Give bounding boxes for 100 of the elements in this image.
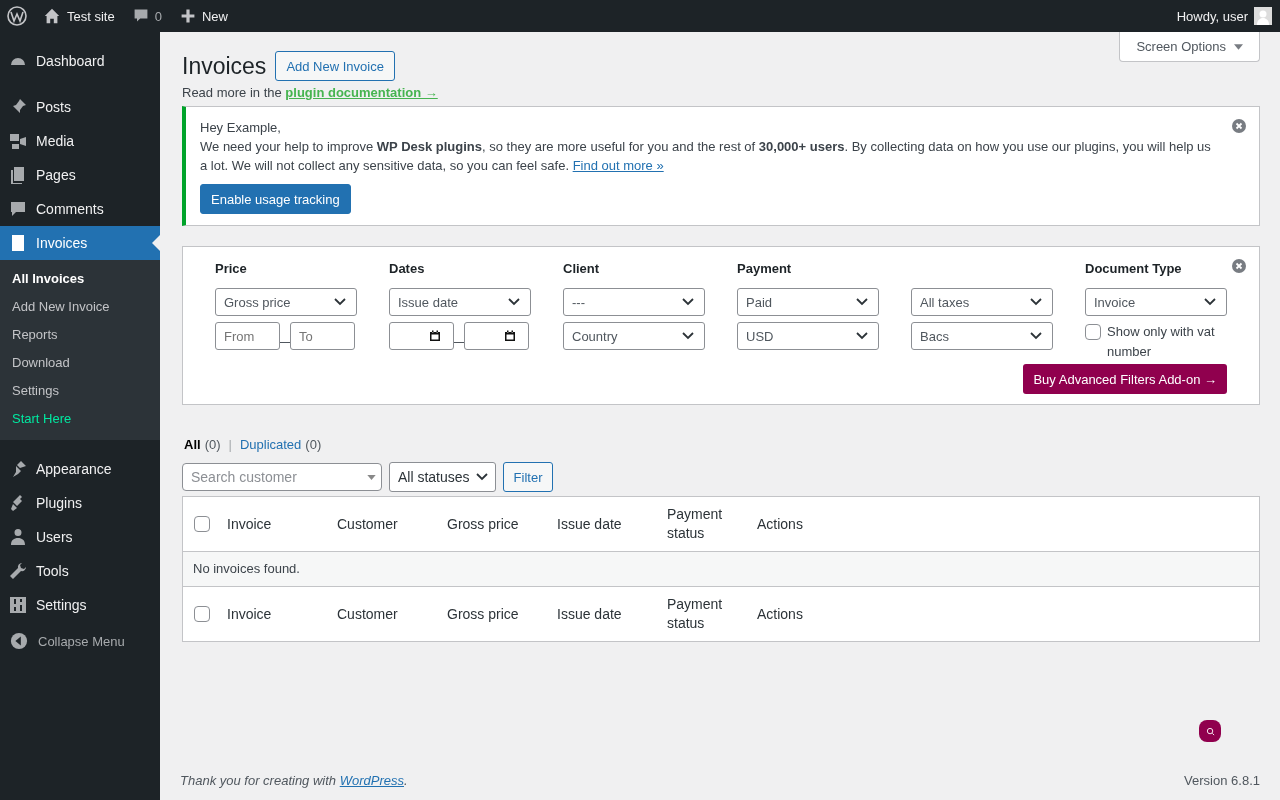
select-all-checkbox[interactable]: [194, 516, 210, 532]
chevron-down-icon: [508, 298, 520, 306]
calendar-icon: [504, 330, 516, 342]
sidebar-item[interactable]: Invoices: [0, 226, 160, 260]
collapse-menu-button[interactable]: Collapse Menu: [0, 624, 160, 658]
sidebar-item[interactable]: Comments: [0, 192, 160, 226]
notice-message: We need your help to improve WP Desk plugins, so they are more useful for you and the rest of 30,000+ users. By collecting data on how you use our plugins, you will help us a lot. We will not collect any sensitive data, so you can feel safe. Find out more »: [200, 138, 1212, 175]
close-icon[interactable]: [1232, 119, 1246, 133]
select-field[interactable]: All taxes: [911, 288, 1053, 316]
column-header[interactable]: Invoice: [227, 514, 337, 534]
select-field[interactable]: Paid: [737, 288, 879, 316]
filter-button[interactable]: Filter: [502, 462, 554, 492]
select-all-checkbox[interactable]: [194, 606, 210, 622]
wordpress-link[interactable]: WordPress: [339, 773, 404, 788]
menu-icon: [8, 561, 28, 581]
select-field[interactable]: Bacs: [911, 322, 1053, 350]
plus-icon: [179, 8, 196, 24]
chevron-down-icon: [1030, 298, 1042, 306]
chat-button[interactable]: [1199, 720, 1221, 742]
screen-options-button[interactable]: Screen Options: [1119, 32, 1260, 62]
speech-bubble-icon: [132, 8, 149, 24]
filter-heading: Dates: [389, 261, 425, 276]
sidebar-item[interactable]: Tools: [0, 554, 160, 588]
submenu-item[interactable]: All Invoices: [0, 265, 160, 293]
chevron-down-icon: [856, 298, 868, 306]
column-header[interactable]: Customer: [337, 604, 447, 624]
enable-tracking-button[interactable]: Enable usage tracking: [200, 184, 351, 214]
separator: |: [228, 437, 232, 452]
column-header[interactable]: Gross price: [447, 514, 557, 534]
view-count: (0): [204, 437, 221, 452]
chevron-down-icon: [856, 332, 868, 340]
page-title: Invoices: [182, 52, 267, 80]
chevron-down-icon: [1030, 332, 1042, 340]
date-input[interactable]: [464, 322, 529, 350]
account-link[interactable]: Howdy, user: [1176, 7, 1272, 25]
menu-icon: [8, 527, 28, 547]
status-select[interactable]: All statuses: [389, 462, 496, 492]
submenu-item[interactable]: Download: [0, 349, 160, 377]
calendar-icon: [429, 330, 441, 342]
select-field[interactable]: Invoice: [1085, 288, 1227, 316]
sidebar-item[interactable]: Dashboard: [0, 44, 160, 78]
site-link[interactable]: Test site: [43, 7, 115, 25]
buy-add-on-button[interactable]: Buy Advanced Filters Add-on →: [1023, 364, 1227, 394]
chevron-down-icon: [1204, 298, 1216, 306]
column-header[interactable]: Issue date: [557, 514, 667, 534]
from-input[interactable]: From: [215, 322, 280, 350]
sidebar-item[interactable]: Pages: [0, 158, 160, 192]
submenu-item[interactable]: Reports: [0, 321, 160, 349]
column-header[interactable]: Customer: [337, 514, 447, 534]
sidebar-item[interactable]: Posts: [0, 90, 160, 124]
add-new-invoice-button[interactable]: Add New Invoice: [275, 51, 395, 81]
chevron-down-icon: [682, 298, 694, 306]
search-icon: [1205, 726, 1215, 736]
footer-thanks-text: Thank you for creating with WordPress.: [180, 773, 408, 788]
filter-heading: Price: [215, 261, 247, 276]
column-header[interactable]: Invoice: [227, 604, 337, 624]
column-header[interactable]: Gross price: [447, 604, 557, 624]
search-customer-field[interactable]: Search customer: [182, 463, 382, 491]
select-field[interactable]: Gross price: [215, 288, 357, 316]
view-link[interactable]: Duplicated: [239, 437, 302, 452]
filter-heading: Payment: [737, 261, 792, 276]
chevron-down-icon: [682, 332, 694, 340]
menu-icon: [8, 131, 28, 151]
date-input[interactable]: [389, 322, 454, 350]
find-out-more-link[interactable]: Find out more »: [572, 158, 664, 173]
filter-heading: Document Type: [1085, 261, 1182, 276]
column-header[interactable]: Payment status: [667, 595, 757, 633]
select-field[interactable]: USD: [737, 322, 879, 350]
checkbox[interactable]: [1085, 324, 1101, 340]
filter-heading: Client: [563, 261, 600, 276]
select-field[interactable]: Issue date: [389, 288, 531, 316]
sidebar-item[interactable]: Settings: [0, 588, 160, 622]
new-link[interactable]: New: [179, 8, 228, 24]
caret-icon: [1234, 43, 1243, 50]
submenu-item[interactable]: Start Here: [0, 405, 160, 433]
wordpress-logo-icon[interactable]: [7, 6, 27, 26]
sidebar-item[interactable]: Plugins: [0, 486, 160, 520]
read-more-text: Read more in the: [182, 85, 282, 100]
submenu-item[interactable]: Add New Invoice: [0, 293, 160, 321]
column-header[interactable]: Issue date: [557, 604, 667, 624]
menu-icon: [8, 595, 28, 615]
column-header[interactable]: Actions: [757, 604, 867, 624]
submenu-item[interactable]: Settings: [0, 377, 160, 405]
to-input[interactable]: To: [290, 322, 355, 350]
column-header[interactable]: Actions: [757, 514, 867, 534]
sidebar-item[interactable]: Appearance: [0, 452, 160, 486]
select-field[interactable]: ---: [563, 288, 705, 316]
view-link[interactable]: All: [184, 437, 201, 452]
select-field[interactable]: Country: [563, 322, 705, 350]
avatar-icon: [1254, 7, 1272, 25]
caret-icon: [367, 475, 376, 480]
empty-table-message: No invoices found.: [183, 552, 1259, 586]
column-header[interactable]: Payment status: [667, 505, 757, 543]
home-icon: [43, 7, 61, 25]
version-text: Version 6.8.1: [1184, 773, 1260, 788]
checkbox-label: Show only with vat number: [1107, 323, 1216, 361]
sidebar-item[interactable]: Users: [0, 520, 160, 554]
close-icon[interactable]: [1232, 259, 1246, 273]
sidebar-item[interactable]: Media: [0, 124, 160, 158]
comments-link[interactable]: 0: [132, 8, 162, 24]
